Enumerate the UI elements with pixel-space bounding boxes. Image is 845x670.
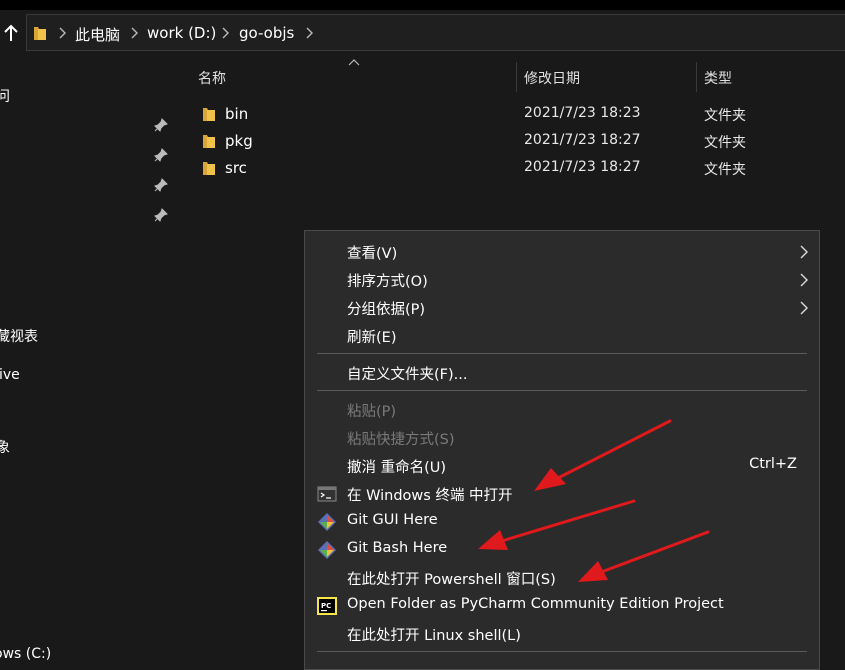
annotation-overlay: [478, 419, 710, 582]
annotation-arrow: [478, 499, 636, 550]
annotation-arrow: [534, 419, 672, 491]
annotation-arrow: [578, 530, 710, 582]
